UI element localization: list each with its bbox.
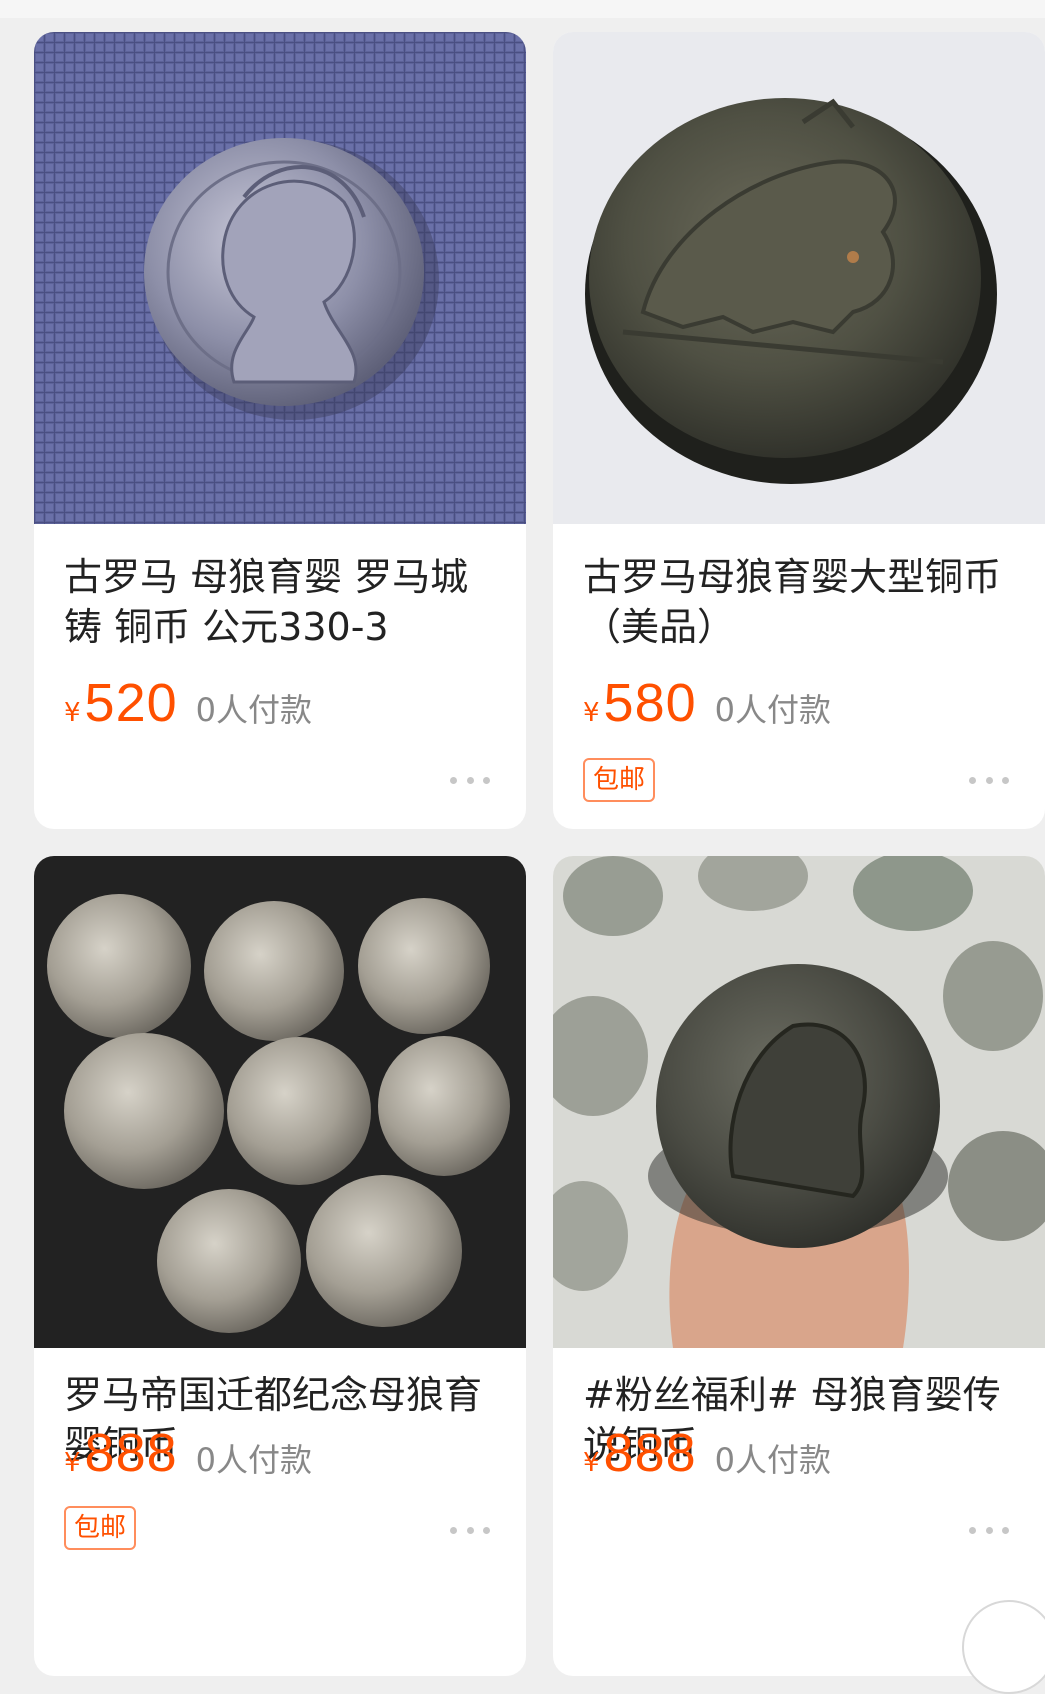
product-card[interactable]: 古罗马母狼育婴大型铜币（美品） ¥ 580 0人付款 包邮 bbox=[553, 32, 1045, 829]
price-row: ¥ 888 0人付款 bbox=[64, 1422, 312, 1492]
more-options-button[interactable] bbox=[969, 1524, 1009, 1536]
product-image[interactable] bbox=[553, 32, 1045, 524]
dot-icon bbox=[483, 776, 490, 784]
dot-icon bbox=[483, 1526, 490, 1534]
product-card[interactable]: 古罗马 母狼育婴 罗马城铸 铜币 公元330-3 ¥ 520 0人付款 bbox=[34, 32, 526, 829]
dot-icon bbox=[1002, 776, 1009, 784]
product-image[interactable] bbox=[34, 856, 526, 1348]
currency-symbol: ¥ bbox=[64, 1448, 81, 1478]
dot-icon bbox=[466, 776, 474, 784]
dot-icon bbox=[1002, 1526, 1009, 1534]
product-title[interactable]: 古罗马母狼育婴大型铜币（美品） bbox=[583, 552, 1003, 652]
product-price: 888 bbox=[84, 1423, 178, 1483]
more-options-button[interactable] bbox=[450, 774, 490, 786]
paid-count: 0人付款 bbox=[714, 1441, 832, 1479]
dot-icon bbox=[969, 1526, 976, 1534]
paid-count: 0人付款 bbox=[714, 691, 832, 729]
floating-action-button[interactable] bbox=[962, 1600, 1045, 1694]
dot-icon bbox=[985, 1526, 993, 1534]
paid-count: 0人付款 bbox=[195, 1441, 313, 1479]
product-image[interactable] bbox=[553, 856, 1045, 1348]
currency-symbol: ¥ bbox=[64, 698, 81, 728]
currency-symbol: ¥ bbox=[583, 698, 600, 728]
price-row: ¥ 580 0人付款 bbox=[583, 672, 831, 742]
product-grid: 古罗马 母狼育婴 罗马城铸 铜币 公元330-3 ¥ 520 0人付款 古罗马母… bbox=[0, 0, 1045, 1676]
dot-icon bbox=[450, 776, 457, 784]
dot-icon bbox=[969, 776, 976, 784]
dot-icon bbox=[466, 1526, 474, 1534]
more-options-button[interactable] bbox=[450, 1524, 490, 1536]
currency-symbol: ¥ bbox=[583, 1448, 600, 1478]
product-title[interactable]: 古罗马 母狼育婴 罗马城铸 铜币 公元330-3 bbox=[64, 552, 484, 652]
product-card[interactable]: #粉丝福利# 母狼育婴传说铜币 ¥ 888 0人付款 bbox=[553, 856, 1045, 1676]
product-price: 888 bbox=[603, 1423, 697, 1483]
price-row: ¥ 520 0人付款 bbox=[64, 672, 312, 742]
free-shipping-badge: 包邮 bbox=[583, 758, 656, 802]
paid-count: 0人付款 bbox=[195, 691, 313, 729]
more-options-button[interactable] bbox=[969, 774, 1009, 786]
price-row: ¥ 888 0人付款 bbox=[583, 1422, 831, 1492]
product-card[interactable]: 罗马帝国迁都纪念母狼育婴铜币 ¥ 888 0人付款 包邮 bbox=[34, 856, 526, 1676]
free-shipping-badge: 包邮 bbox=[64, 1506, 137, 1550]
product-image[interactable] bbox=[34, 32, 526, 524]
dot-icon bbox=[450, 1526, 457, 1534]
product-price: 520 bbox=[84, 673, 178, 733]
dot-icon bbox=[985, 776, 993, 784]
product-price: 580 bbox=[603, 673, 697, 733]
